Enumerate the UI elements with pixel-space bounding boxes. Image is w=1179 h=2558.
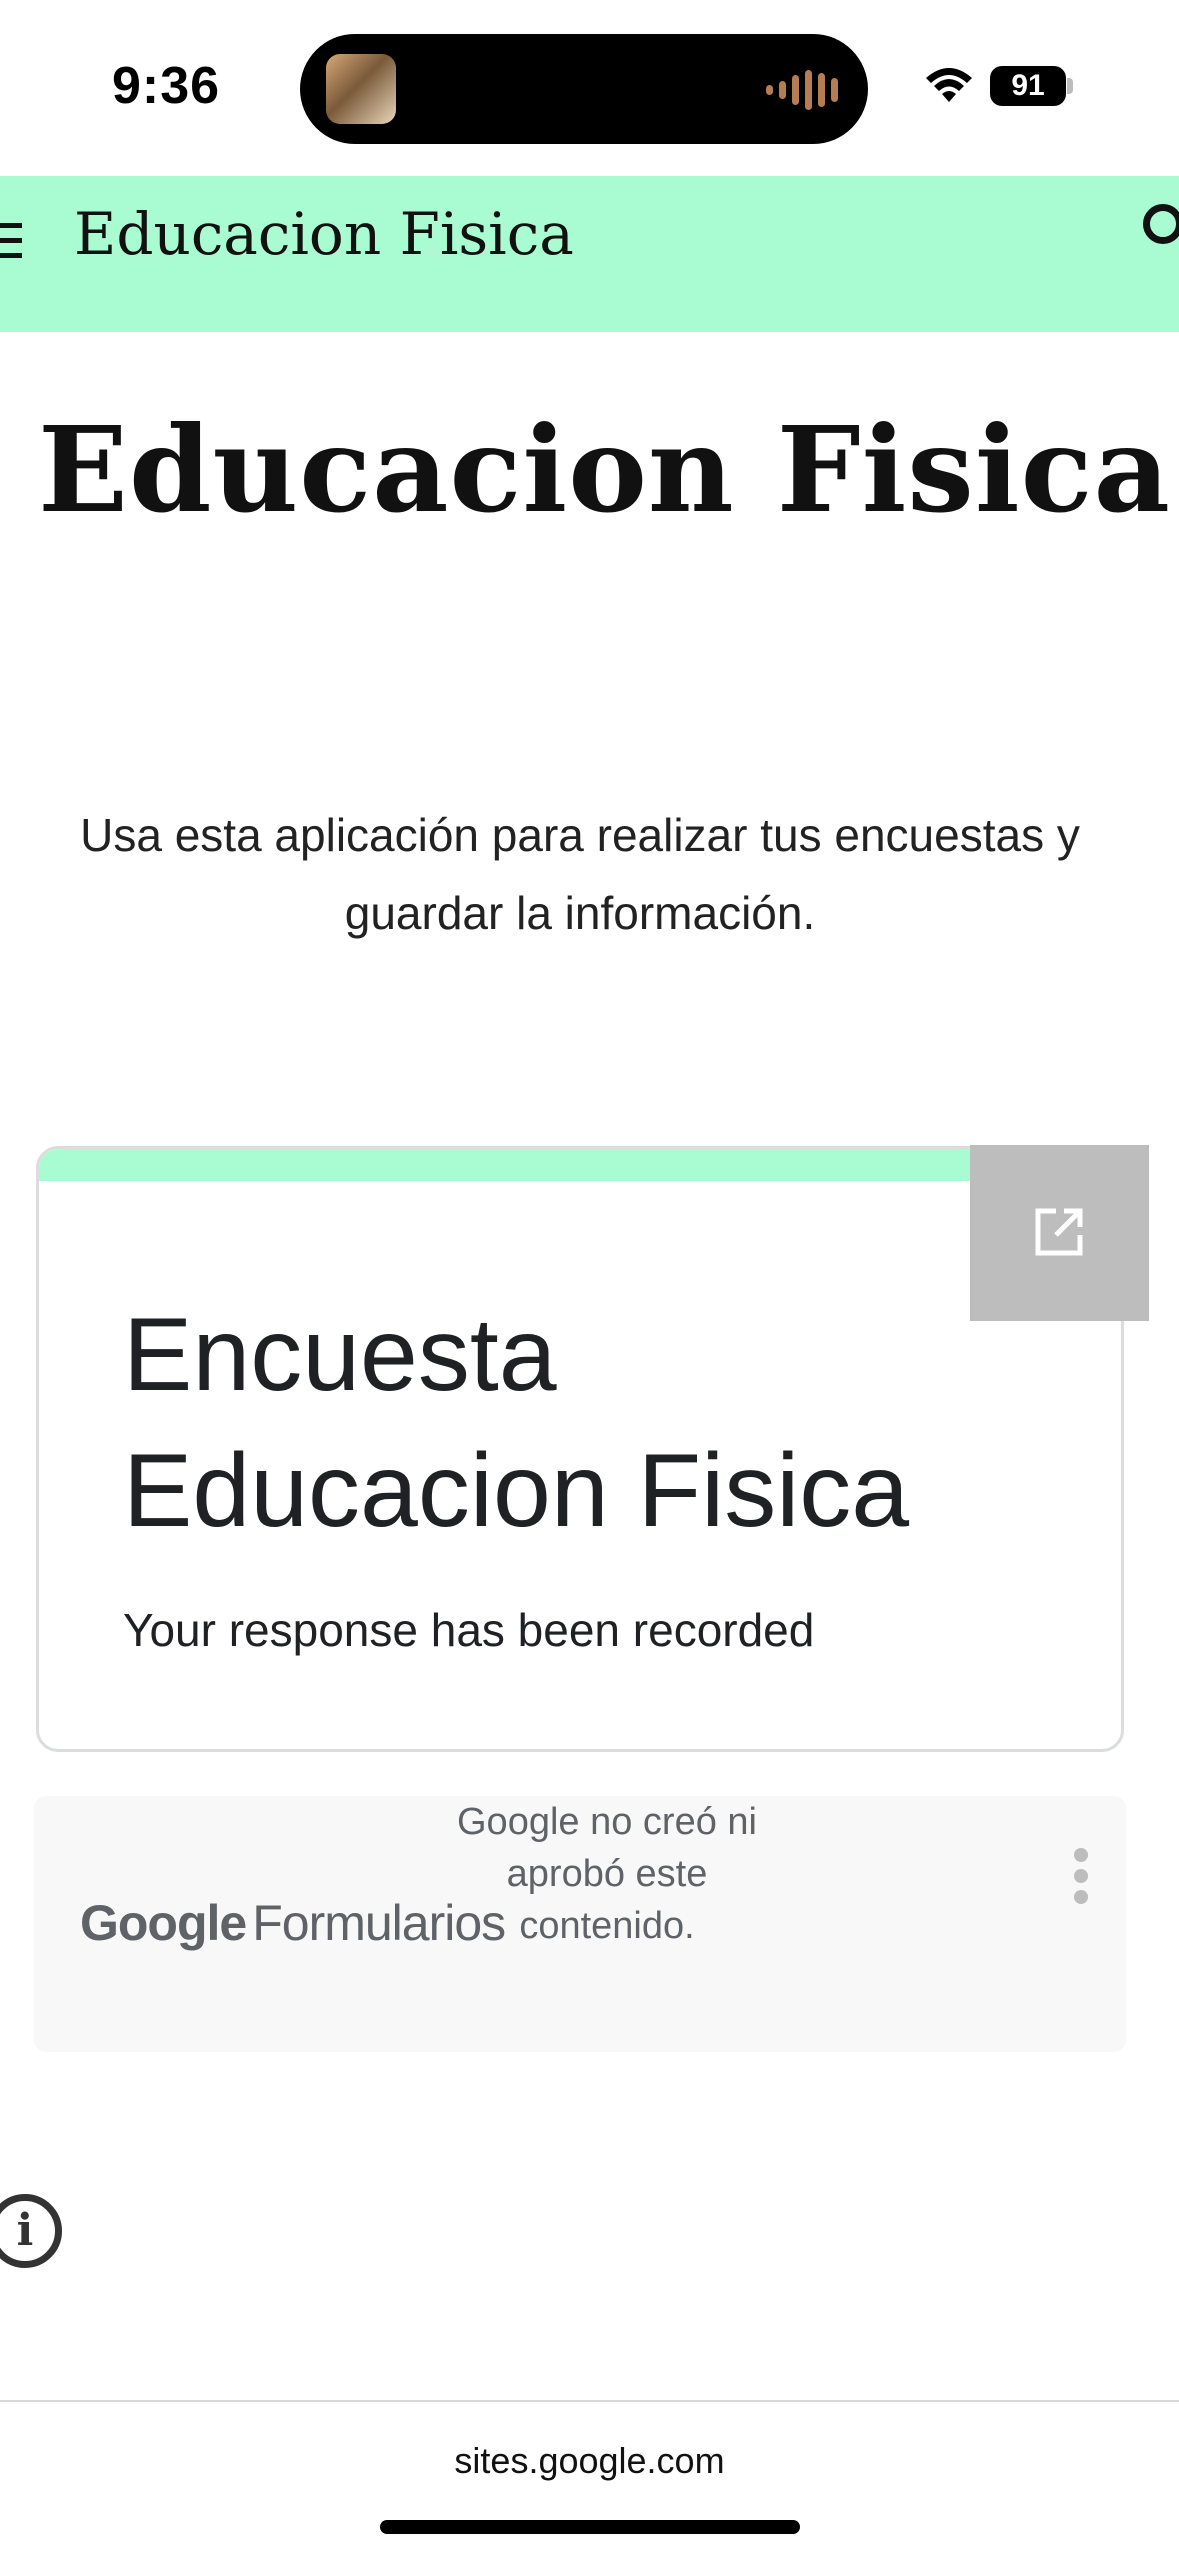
dynamic-island[interactable] [300, 34, 868, 144]
status-bar: 9:36 91 [0, 0, 1179, 176]
embedded-form-card: Encuesta Educacion Fisica Your response … [36, 1146, 1124, 1752]
site-header: Educacion Fisica [0, 176, 1179, 332]
form-accent-bar [39, 1149, 1121, 1181]
intro-text: Usa esta aplicación para realizar tus en… [80, 809, 1080, 939]
open-in-new-icon [1035, 1208, 1083, 1256]
header-title[interactable]: Educacion Fisica [74, 200, 574, 268]
open-in-new-tab-button[interactable] [970, 1145, 1149, 1321]
menu-icon[interactable] [0, 223, 22, 259]
audio-waveform-icon [766, 70, 838, 110]
google-forms-footer: Google Formularios Google no creó ni apro… [34, 1796, 1126, 2052]
google-logo-text: Google [80, 1895, 247, 1951]
forms-disclaimer: Google no creó ni aprobó este contenido. [457, 1801, 757, 1947]
more-options-icon[interactable] [1074, 1848, 1088, 1904]
form-response-message: Your response has been recorded [123, 1604, 815, 1656]
browser-address-bar[interactable]: sites.google.com [0, 2400, 1179, 2558]
search-icon[interactable] [1143, 204, 1179, 244]
wifi-icon [926, 68, 972, 102]
info-icon[interactable]: i [0, 2194, 62, 2268]
battery-icon: 91 [990, 66, 1066, 106]
form-title: Encuesta Educacion Fisica [123, 1297, 910, 1549]
url-text[interactable]: sites.google.com [0, 2440, 1179, 2482]
google-forms-logo[interactable]: Google Formularios [80, 1894, 506, 1952]
page-title: Educacion Fisica [38, 400, 1171, 539]
home-indicator[interactable] [380, 2520, 800, 2534]
status-time: 9:36 [112, 57, 221, 115]
now-playing-artwork [326, 54, 396, 124]
battery-tip [1067, 78, 1073, 94]
